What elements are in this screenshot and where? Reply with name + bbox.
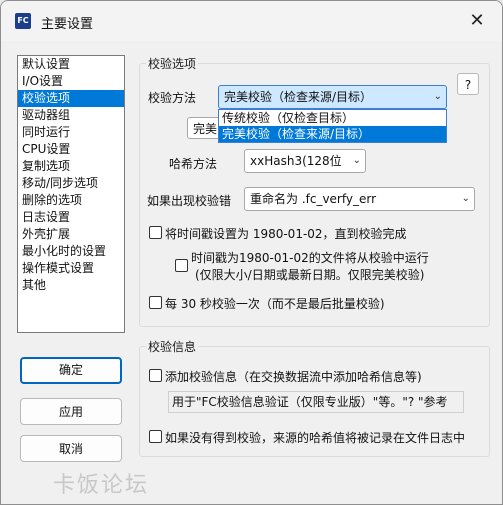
cancel-button[interactable]: 取消	[20, 435, 122, 462]
chevron-down-icon: ⌄	[433, 91, 442, 102]
window-title: 主要设置	[41, 17, 94, 32]
category-list[interactable]: 默认设置 I/O设置 校验选项 驱动器组 同时运行 CPU设置 复制选项 移动/…	[17, 55, 125, 333]
verify-method-label: 校验方法	[148, 91, 197, 105]
verify-options-legend: 校验选项	[146, 55, 199, 72]
error-action-label: 如果出现校验错	[147, 194, 232, 208]
verify-method-value: 完美校验（检查来源/目标）	[224, 90, 373, 104]
log-hash-label: 如果没有得到校验，来源的哈希值将被记录在文件日志中	[165, 431, 466, 445]
timestamp-skip-label-line1: 时间戳为1980-01-02的文件将从校验中运行	[191, 251, 429, 265]
verify-info-legend: 校验信息	[146, 338, 199, 355]
category-item-drive-groups[interactable]: 驱动器组	[18, 107, 124, 124]
category-item-default[interactable]: 默认设置	[18, 56, 124, 73]
timestamp-skip-checkbox[interactable]	[175, 259, 188, 272]
periodic-verify-label: 每 30 秒校验一次（而不是最后批量校验)	[165, 297, 385, 311]
timestamp-checkbox-label: 将时间戳设置为 1980-01-02，直到校验完成	[165, 227, 407, 241]
close-icon[interactable]: ✕	[465, 9, 489, 33]
error-action-value: 重命名为 .fc_verfy_err	[250, 192, 377, 206]
category-item-verify[interactable]: 校验选项	[18, 90, 124, 107]
category-item-log[interactable]: 日志设置	[18, 209, 124, 226]
periodic-verify-checkbox[interactable]	[149, 296, 162, 309]
partial-hidden-text: 完美	[193, 122, 218, 136]
verify-method-select[interactable]: 完美校验（检查来源/目标） ⌄	[218, 85, 447, 109]
category-item-minimize[interactable]: 最小化时的设置	[18, 243, 124, 260]
category-item-cpu[interactable]: CPU设置	[18, 141, 124, 158]
error-action-select[interactable]: 重命名为 .fc_verfy_err ⌄	[244, 187, 475, 211]
category-item-concurrent[interactable]: 同时运行	[18, 124, 124, 141]
title-bar: FC 主要设置 ✕	[1, 1, 502, 41]
settings-window: FC 主要设置 ✕ 默认设置 I/O设置 校验选项 驱动器组 同时运行 CPU设…	[0, 0, 503, 505]
add-verify-info-checkbox[interactable]	[149, 369, 162, 382]
category-item-mode[interactable]: 操作模式设置	[18, 260, 124, 277]
category-item-shell[interactable]: 外壳扩展	[18, 226, 124, 243]
dropdown-option-traditional[interactable]: 传统校验（仅检查目标）	[219, 110, 446, 126]
app-icon: FC	[15, 13, 31, 29]
verify-method-dropdown[interactable]: 传统校验（仅检查目标） 完美校验（检查来源/目标）	[218, 109, 447, 143]
category-item-delete[interactable]: 删除的选项	[18, 192, 124, 209]
dropdown-option-perfect[interactable]: 完美校验（检查来源/目标）	[219, 126, 446, 142]
partial-hidden-field[interactable]: 完美	[187, 117, 218, 139]
category-item-move-sync[interactable]: 移动/同步选项	[18, 175, 124, 192]
watermark: 卡饭论坛	[53, 473, 150, 498]
help-button[interactable]: ?	[457, 73, 479, 95]
apply-button[interactable]: 应用	[20, 398, 122, 425]
hash-method-select[interactable]: xxHash3(128位 ⌄	[244, 149, 366, 173]
category-item-other[interactable]: 其他	[18, 277, 124, 294]
timestamp-checkbox[interactable]	[149, 226, 162, 239]
hash-method-label: 哈希方法	[169, 157, 218, 171]
category-item-io[interactable]: I/O设置	[18, 73, 124, 90]
hash-method-value: xxHash3(128位	[250, 154, 342, 168]
ok-button[interactable]: 确定	[20, 357, 122, 384]
timestamp-skip-label-line2: (仅限大小/日期或最新日期。仅限完美校验)	[195, 268, 425, 282]
chevron-down-icon: ⌄	[352, 155, 361, 166]
category-item-copy[interactable]: 复制选项	[18, 158, 124, 175]
add-verify-info-label: 添加校验信息（在交换数据流中添加哈希信息等)	[165, 370, 422, 384]
verify-info-note: 用于"FC校验信息验证（仅限专业版）"等。"? "参考	[168, 391, 464, 413]
chevron-down-icon: ⌄	[461, 193, 470, 204]
log-hash-checkbox[interactable]	[149, 430, 162, 443]
